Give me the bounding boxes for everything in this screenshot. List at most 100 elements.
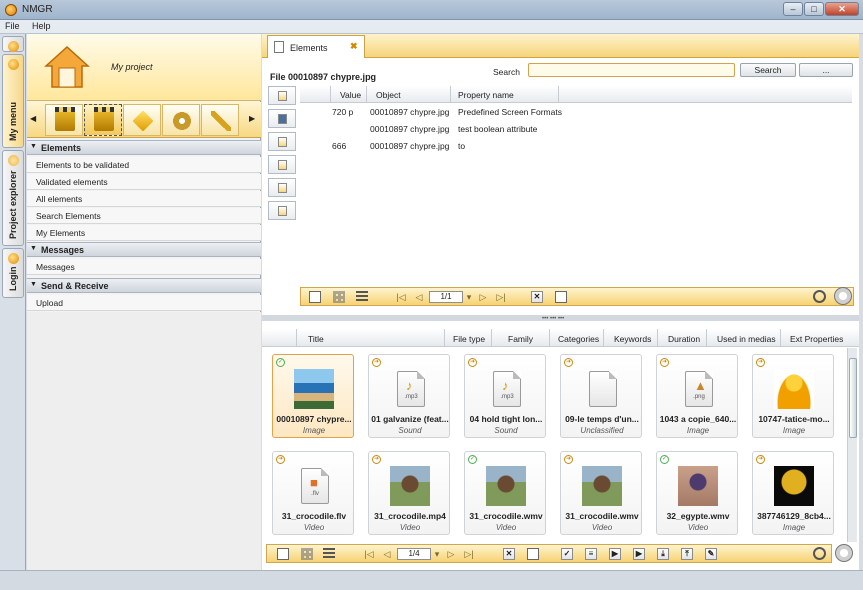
- zoom-icon[interactable]: [813, 547, 826, 560]
- next-page-icon[interactable]: ▷: [477, 291, 489, 303]
- element-card[interactable]: ✓ 31_crocodile.wmv Video: [464, 451, 546, 535]
- tool-clapper-1[interactable]: [45, 104, 83, 136]
- minimize-button[interactable]: –: [783, 2, 803, 16]
- download-icon[interactable]: ⤓: [657, 548, 669, 560]
- delete-icon[interactable]: ✕: [531, 291, 543, 303]
- element-card[interactable]: ➜ ♪ .mp3 01 galvanize (feat... Sound: [368, 354, 450, 438]
- col-keywords[interactable]: Keywords: [614, 334, 651, 344]
- delete-icon[interactable]: ✕: [503, 548, 515, 560]
- grid-scrollbar[interactable]: [847, 348, 857, 542]
- new-page-icon[interactable]: [555, 291, 567, 303]
- col-duration[interactable]: Duration: [668, 334, 700, 344]
- col-object[interactable]: Object: [376, 90, 401, 100]
- scrollbar-thumb[interactable]: [849, 358, 857, 438]
- refresh-icon[interactable]: [834, 287, 852, 305]
- side-tab-project-explorer[interactable]: Project explorer: [2, 150, 24, 246]
- next-page-icon[interactable]: ▷: [445, 548, 457, 560]
- element-card[interactable]: ✓ 00010897 chypre... Image: [272, 354, 354, 438]
- tab-elements[interactable]: Elements ✖: [267, 35, 365, 58]
- single-view-icon[interactable]: [309, 291, 321, 303]
- element-card[interactable]: ➜ 31_crocodile.mp4 Video: [368, 451, 450, 535]
- col-value[interactable]: Value: [340, 90, 361, 100]
- scroll-left-arrow-icon[interactable]: ◀: [30, 114, 36, 123]
- tool-wrench[interactable]: [201, 104, 239, 136]
- nav-upload[interactable]: Upload: [27, 295, 261, 311]
- menu-help[interactable]: Help: [27, 20, 56, 32]
- nav-elements-to-validate[interactable]: Elements to be validated: [27, 157, 261, 173]
- nav-validated-elements[interactable]: Validated elements: [27, 174, 261, 190]
- side-tab-logo[interactable]: [2, 36, 24, 52]
- zoom-icon[interactable]: [813, 290, 826, 303]
- page-indicator[interactable]: 1/4: [397, 548, 431, 560]
- first-page-icon[interactable]: |◁: [395, 291, 407, 303]
- section-send-receive[interactable]: Send & Receive: [27, 278, 261, 293]
- last-page-icon[interactable]: ▷|: [463, 548, 475, 560]
- home-icon[interactable]: [43, 44, 91, 90]
- side-action-3[interactable]: [268, 132, 296, 151]
- col-categories[interactable]: Categories: [558, 334, 599, 344]
- list-view-icon[interactable]: [356, 291, 368, 303]
- element-card[interactable]: ➜ ■ .flv 31_crocodile.flv Video: [272, 451, 354, 535]
- nav-messages[interactable]: Messages: [27, 259, 261, 275]
- page-dropdown-icon[interactable]: ▾: [431, 548, 443, 560]
- side-action-5[interactable]: [268, 178, 296, 197]
- tab-close-icon[interactable]: ✖: [350, 41, 358, 52]
- side-tab-login[interactable]: Login: [2, 248, 24, 298]
- scroll-right-arrow-icon[interactable]: ▶: [249, 114, 255, 123]
- tool-cube[interactable]: [123, 104, 161, 136]
- table-row[interactable]: 00010897 chypre.jpg test boolean attribu…: [300, 120, 852, 137]
- validate-check-icon[interactable]: ✓: [561, 548, 573, 560]
- single-view-icon[interactable]: [277, 548, 289, 560]
- element-card[interactable]: ➜ ♪ .mp3 04 hold tight lon... Sound: [464, 354, 546, 438]
- play-icon[interactable]: ▶: [609, 548, 621, 560]
- nav-my-elements[interactable]: My Elements: [27, 225, 261, 241]
- col-used-in-medias[interactable]: Used in medias: [717, 334, 776, 344]
- advanced-search-button[interactable]: ...: [799, 63, 853, 77]
- search-input[interactable]: [528, 63, 735, 77]
- properties-icon[interactable]: ≡: [585, 548, 597, 560]
- nav-all-elements[interactable]: All elements: [27, 191, 261, 207]
- side-tab-my-menu[interactable]: My menu: [2, 54, 24, 148]
- prev-page-icon[interactable]: ◁: [413, 291, 425, 303]
- maximize-button[interactable]: □: [804, 2, 824, 16]
- element-card[interactable]: ➜ 387746129_8cb4... Image: [752, 451, 834, 535]
- col-property-name[interactable]: Property name: [458, 90, 514, 100]
- col-ext-properties[interactable]: Ext Properties: [790, 334, 843, 344]
- grid-view-icon[interactable]: [301, 548, 313, 560]
- tool-settings[interactable]: [162, 104, 200, 136]
- prev-page-icon[interactable]: ◁: [381, 548, 393, 560]
- page-indicator[interactable]: 1/1: [429, 291, 463, 303]
- side-action-2[interactable]: [268, 109, 296, 128]
- close-window-button[interactable]: ✕: [825, 2, 859, 16]
- col-family[interactable]: Family: [508, 334, 533, 344]
- tool-clapper-2[interactable]: [84, 104, 122, 136]
- refresh-icon[interactable]: [835, 544, 853, 562]
- element-card[interactable]: ➜ 31_crocodile.wmv Video: [560, 451, 642, 535]
- element-card[interactable]: ➜ ▲ .png 1043 a copie_640... Image: [656, 354, 738, 438]
- menu-file[interactable]: File: [0, 20, 25, 32]
- page-dropdown-icon[interactable]: ▾: [463, 291, 475, 303]
- col-title[interactable]: Title: [308, 334, 324, 344]
- table-row[interactable]: 720 p 00010897 chypre.jpg Predefined Scr…: [300, 103, 852, 120]
- last-page-icon[interactable]: ▷|: [495, 291, 507, 303]
- play-plus-icon[interactable]: ▶: [633, 548, 645, 560]
- nav-search-elements[interactable]: Search Elements: [27, 208, 261, 224]
- section-elements[interactable]: Elements: [27, 140, 261, 155]
- first-page-icon[interactable]: |◁: [363, 548, 375, 560]
- grid-view-icon[interactable]: [333, 291, 345, 303]
- list-view-icon[interactable]: [323, 548, 335, 560]
- section-messages[interactable]: Messages: [27, 242, 261, 257]
- search-button[interactable]: Search: [740, 63, 796, 77]
- element-card[interactable]: ✓ 32_egypte.wmv Video: [656, 451, 738, 535]
- side-action-6[interactable]: [268, 201, 296, 220]
- element-card[interactable]: ➜ 09-le temps d'un... Unclassified: [560, 354, 642, 438]
- tools-icon[interactable]: ✎: [705, 548, 717, 560]
- side-action-1[interactable]: [268, 86, 296, 105]
- panel-splitter[interactable]: ••• ••• •••: [262, 315, 859, 322]
- col-file-type[interactable]: File type: [453, 334, 485, 344]
- new-page-icon[interactable]: [527, 548, 539, 560]
- upload-icon[interactable]: ⤒: [681, 548, 693, 560]
- element-card[interactable]: ➜ 10747-tatice-mo... Image: [752, 354, 834, 438]
- table-row[interactable]: 666 00010897 chypre.jpg to: [300, 137, 852, 154]
- side-action-4[interactable]: [268, 155, 296, 174]
